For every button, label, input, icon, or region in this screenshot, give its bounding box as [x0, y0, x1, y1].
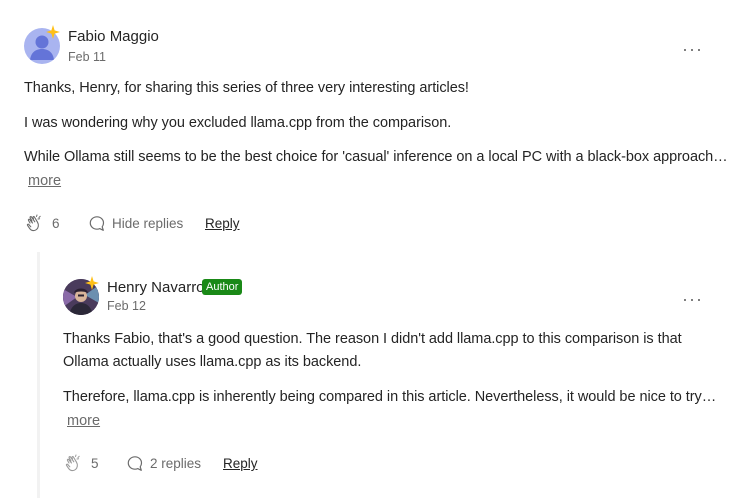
reply-paragraph: Ollama actually uses llama.cpp as its ba…: [63, 354, 362, 370]
reply-date: Feb 12: [107, 299, 146, 313]
reply-paragraph: Therefore, llama.cpp is inherently being…: [63, 389, 717, 405]
more-options-button[interactable]: ···: [682, 290, 703, 308]
comment-paragraph: Thanks, Henry, for sharing this series o…: [24, 80, 469, 96]
sparkle-icon: [85, 276, 99, 290]
hide-replies-button[interactable]: Hide replies: [112, 216, 183, 231]
comments-page: { "comment": { "author": "Fabio Maggio",…: [0, 0, 747, 498]
author-name[interactable]: Fabio Maggio: [68, 28, 159, 45]
clap-icon: [26, 214, 41, 232]
reply-button[interactable]: Reply: [205, 216, 240, 231]
clap-icon: [65, 454, 80, 472]
comment-paragraph: I was wondering why you excluded llama.c…: [24, 115, 452, 131]
author-name[interactable]: Henry Navarro: [107, 279, 205, 296]
reply-paragraph: Thanks Fabio, that's a good question. Th…: [63, 331, 682, 347]
comment-paragraph: While Ollama still seems to be the best …: [24, 149, 728, 165]
clap-button[interactable]: [24, 212, 46, 234]
replies-toggle-icon-button[interactable]: [87, 214, 107, 234]
show-replies-icon-button[interactable]: [125, 454, 145, 474]
sparkle-icon: [46, 25, 60, 39]
speech-bubble-icon: [127, 456, 143, 471]
author-badge: Author: [202, 279, 243, 295]
clap-count: 5: [91, 456, 99, 471]
show-replies-button[interactable]: 2 replies: [150, 456, 201, 471]
thread-line: [37, 252, 40, 498]
read-more-link[interactable]: more: [28, 173, 61, 189]
clap-count: 6: [52, 216, 60, 231]
more-options-button[interactable]: ···: [682, 40, 703, 58]
comment-date: Feb 11: [68, 50, 106, 64]
read-more-link[interactable]: more: [67, 413, 100, 429]
clap-button[interactable]: [63, 452, 85, 474]
speech-bubble-icon: [89, 216, 105, 231]
reply-button[interactable]: Reply: [223, 456, 258, 471]
